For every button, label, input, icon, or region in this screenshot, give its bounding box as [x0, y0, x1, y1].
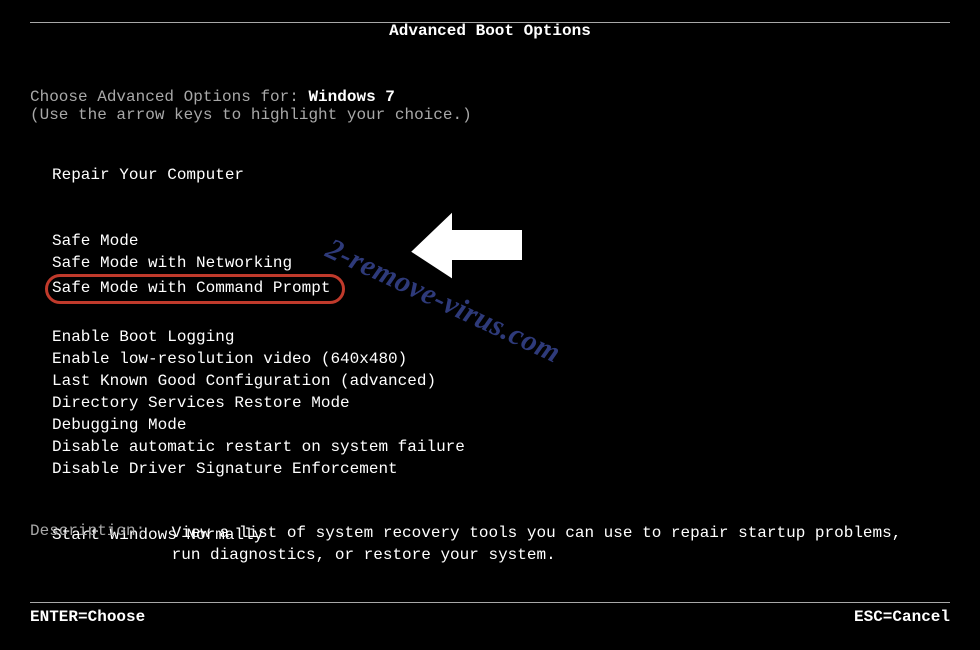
menu-spacer — [52, 208, 950, 230]
menu-item-boot-logging[interactable]: Enable Boot Logging — [52, 326, 950, 348]
menu-item-no-auto-restart[interactable]: Disable automatic restart on system fail… — [52, 436, 950, 458]
page-title: Advanced Boot Options — [30, 22, 950, 40]
footer-divider — [30, 602, 950, 603]
menu-spacer — [52, 186, 950, 208]
menu-spacer — [52, 480, 950, 502]
menu-item-safe-mode-networking[interactable]: Safe Mode with Networking — [52, 252, 950, 274]
prompt-hint: (Use the arrow keys to highlight your ch… — [30, 106, 950, 124]
menu-item-safe-mode[interactable]: Safe Mode — [52, 230, 950, 252]
menu-item-safe-mode-cmd[interactable]: Safe Mode with Command Prompt — [45, 274, 345, 304]
menu-item-repair[interactable]: Repair Your Computer — [52, 164, 950, 186]
prompt-prefix: Choose Advanced Options for: — [30, 88, 308, 106]
menu-item-lkgc[interactable]: Last Known Good Configuration (advanced) — [52, 370, 950, 392]
menu-item-dsrm[interactable]: Directory Services Restore Mode — [52, 392, 950, 414]
boot-menu: Repair Your Computer Safe Mode Safe Mode… — [52, 164, 950, 546]
menu-item-no-drv-sig[interactable]: Disable Driver Signature Enforcement — [52, 458, 950, 480]
prompt-block: Choose Advanced Options for: Windows 7 (… — [30, 88, 950, 124]
menu-item-low-res[interactable]: Enable low-resolution video (640x480) — [52, 348, 950, 370]
description-text: View a list of system recovery tools you… — [172, 522, 912, 566]
title-divider — [30, 22, 950, 23]
footer-enter-hint: ENTER=Choose — [30, 608, 145, 626]
prompt-os-name: Windows 7 — [308, 88, 394, 106]
menu-spacer — [52, 304, 950, 326]
footer-esc-hint: ESC=Cancel — [854, 608, 950, 626]
description-label: Description: — [30, 522, 162, 540]
menu-item-debug[interactable]: Debugging Mode — [52, 414, 950, 436]
boot-options-screen: Advanced Boot Options Choose Advanced Op… — [0, 0, 980, 650]
description-block: Description: View a list of system recov… — [30, 522, 950, 566]
menu-spacer — [52, 502, 950, 524]
footer-bar: ENTER=Choose ESC=Cancel — [30, 608, 950, 628]
